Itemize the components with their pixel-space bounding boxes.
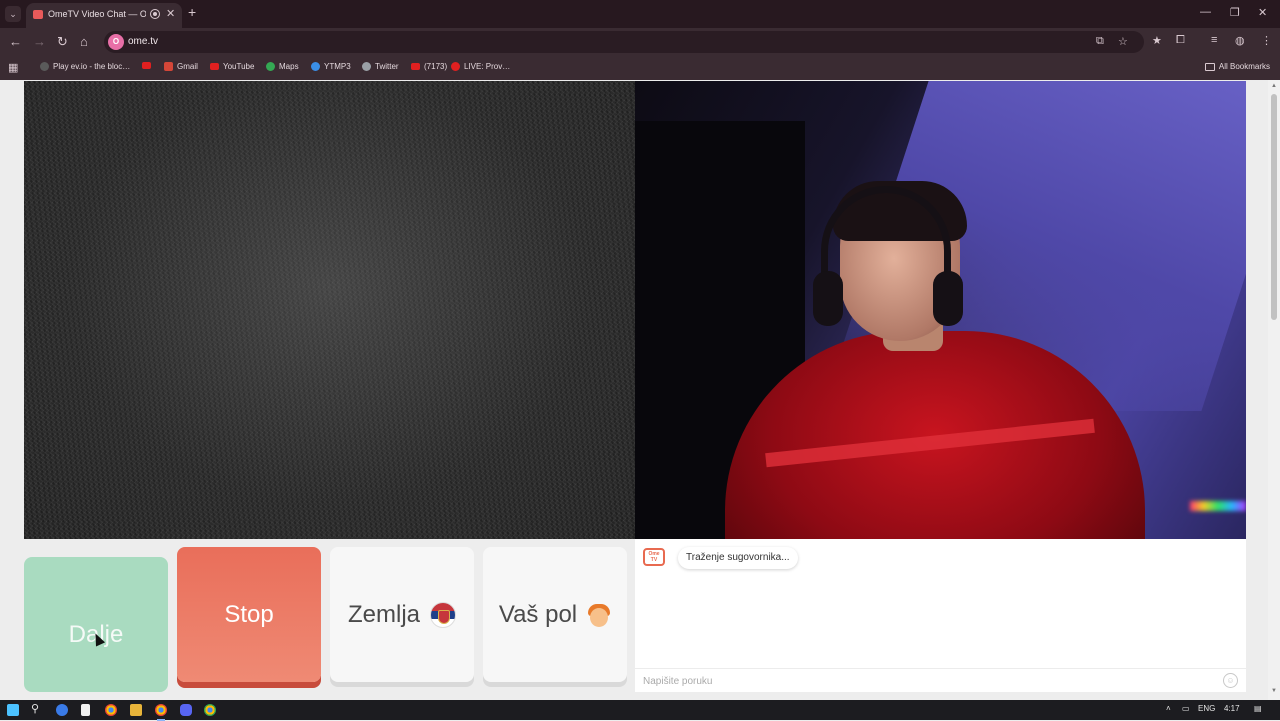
tab-ometv[interactable]: OmeTV Video Chat — Ome ✕	[26, 3, 182, 28]
discord-icon[interactable]	[180, 704, 192, 716]
network-icon[interactable]: ▭	[1182, 704, 1190, 713]
scroll-down-icon[interactable]: ▼	[1271, 688, 1277, 694]
apps-grid-icon[interactable]: ▦	[8, 61, 18, 74]
headphone-cup-right	[933, 271, 963, 326]
media-control-icon[interactable]: ≡	[1211, 34, 1217, 46]
youtube-icon	[210, 63, 219, 70]
ometv-favicon-icon	[33, 10, 43, 19]
serbia-flag-icon	[430, 601, 456, 628]
bookmark-label: Gmail	[177, 62, 198, 71]
clock[interactable]: 4:17	[1224, 704, 1240, 713]
scrollbar-thumb[interactable]	[1271, 94, 1277, 320]
country-button[interactable]: Zemlja	[330, 547, 474, 682]
self-camera-video	[635, 81, 1246, 539]
maps-icon	[266, 62, 275, 71]
start-icon[interactable]	[7, 704, 19, 716]
bookmark-label: Maps	[279, 62, 299, 71]
copilot-icon[interactable]	[56, 704, 68, 716]
tab-close-button[interactable]: ✕	[166, 7, 175, 20]
tab-strip: ⌄ OmeTV Video Chat — Ome ✕ + — ❐ ✕	[0, 0, 1280, 28]
tab-search-button[interactable]: ⌄	[5, 6, 21, 22]
page-scrollbar[interactable]: ▲ ▼	[1268, 80, 1280, 700]
all-bookmarks-label: All Bookmarks	[1218, 62, 1270, 71]
country-button-label: Zemlja	[347, 600, 420, 628]
profile-icon[interactable]: ◍	[1235, 34, 1245, 47]
search-icon[interactable]: ⚲	[31, 702, 39, 715]
bookmark-label: LIVE: Prov…	[464, 62, 511, 71]
browser-toolbar: ← → ↻ ⌂ O ome.tv ⧉ ☆ ★ ⧠ ≡ ◍ ⋮	[0, 28, 1280, 56]
rgb-keyboard-glow	[1190, 501, 1246, 511]
bookmark-gmail[interactable]: Gmail	[164, 62, 198, 71]
menu-icon[interactable]: ⋮	[1261, 34, 1272, 47]
notifications-icon[interactable]: ▤	[1254, 704, 1262, 713]
headphone-cup-left	[813, 271, 843, 326]
message-input[interactable]	[641, 673, 1201, 689]
bookmark-youtube[interactable]: YouTube	[210, 62, 254, 71]
stop-button-label: Stop	[224, 600, 274, 628]
ometv-logo-icon: Ome TV	[643, 548, 665, 566]
extension-star-icon[interactable]: ★	[1152, 34, 1162, 47]
bookmark-maps[interactable]: Maps	[266, 62, 299, 71]
bookmark-youtube-channel[interactable]	[142, 62, 151, 69]
site-info-icon[interactable]: O	[108, 34, 124, 50]
stop-button[interactable]: Stop	[177, 547, 321, 682]
bookmark-label: Play ev.io - the bloc…	[53, 62, 131, 71]
scroll-up-icon[interactable]: ▲	[1271, 83, 1277, 89]
chrome-active-icon[interactable]	[155, 704, 167, 721]
bookmark-twitter[interactable]: Twitter	[362, 62, 399, 71]
bookmark-ytmp3[interactable]: YTMP3	[311, 62, 351, 71]
bookmark-label: (7173)	[424, 62, 448, 71]
extensions-icon[interactable]: ⧠	[1176, 34, 1185, 47]
bookmark-label: YTMP3	[324, 62, 351, 71]
bookmark-youtube-7173[interactable]: (7173)	[411, 62, 447, 71]
gmail-icon	[164, 62, 173, 71]
evio-icon	[40, 62, 49, 71]
recording-indicator-icon	[150, 9, 160, 19]
address-bar[interactable]: O ome.tv ⧉ ☆	[104, 31, 1144, 53]
youtube-icon	[142, 62, 151, 69]
tray-chevron-icon[interactable]: ˄	[1166, 704, 1171, 713]
bookmark-label: Twitter	[375, 62, 399, 71]
gender-button-label: Vaš pol	[498, 600, 578, 628]
youtube-icon	[411, 63, 420, 70]
stranger-video-static	[24, 81, 635, 539]
chrome-profile-icon[interactable]	[204, 704, 216, 716]
file-explorer-icon[interactable]	[130, 704, 142, 716]
maximize-button[interactable]: ❐	[1230, 6, 1240, 19]
bookmarks-bar: ▦ Play ev.io - the bloc… Gmail YouTube M…	[0, 56, 1280, 80]
bookmark-evio[interactable]: Play ev.io - the bloc…	[40, 62, 130, 71]
close-window-button[interactable]: ✕	[1258, 6, 1267, 19]
reload-icon[interactable]: ↻	[57, 34, 68, 50]
chat-input-bar: ☺	[635, 668, 1246, 692]
next-button[interactable]: Dalje	[24, 557, 168, 692]
all-bookmarks-button[interactable]: All Bookmarks	[1204, 62, 1270, 71]
home-icon[interactable]: ⌂	[80, 34, 88, 49]
new-tab-button[interactable]: +	[188, 4, 196, 20]
chat-panel: OmeTV Traženje sugovornika... ☺	[635, 539, 1246, 692]
folder-icon	[1204, 62, 1215, 71]
live-icon	[451, 62, 460, 71]
chrome-icon[interactable]	[105, 704, 117, 716]
chat-status-message: Traženje sugovornika...	[678, 547, 798, 569]
minimize-button[interactable]: —	[1200, 6, 1211, 18]
emoji-icon[interactable]: ☺	[1223, 673, 1238, 688]
tab-title: OmeTV Video Chat — Ome	[48, 9, 146, 19]
back-icon[interactable]: ←	[9, 34, 22, 49]
bookmark-label: YouTube	[223, 62, 255, 71]
forward-icon[interactable]: →	[33, 34, 46, 49]
ometv-page: Dalje Stop Zemlja Vaš pol Ome TV Traženje…	[0, 80, 1280, 700]
bookmark-live[interactable]: LIVE: Prov…	[451, 62, 510, 71]
bookmark-star-icon[interactable]: ☆	[1118, 35, 1128, 48]
windows-taskbar: ⚲ ˄ ▭ ENG 4:17 ▤	[0, 700, 1280, 721]
ytmp3-icon	[311, 62, 320, 71]
install-app-icon[interactable]: ⧉	[1096, 35, 1104, 48]
gender-button[interactable]: Vaš pol	[483, 547, 627, 682]
language-indicator[interactable]: ENG	[1198, 704, 1215, 713]
boy-avatar-icon	[587, 602, 611, 628]
file-icon[interactable]	[81, 704, 90, 716]
globe-icon	[362, 62, 371, 71]
url-text[interactable]: ome.tv	[128, 36, 158, 47]
